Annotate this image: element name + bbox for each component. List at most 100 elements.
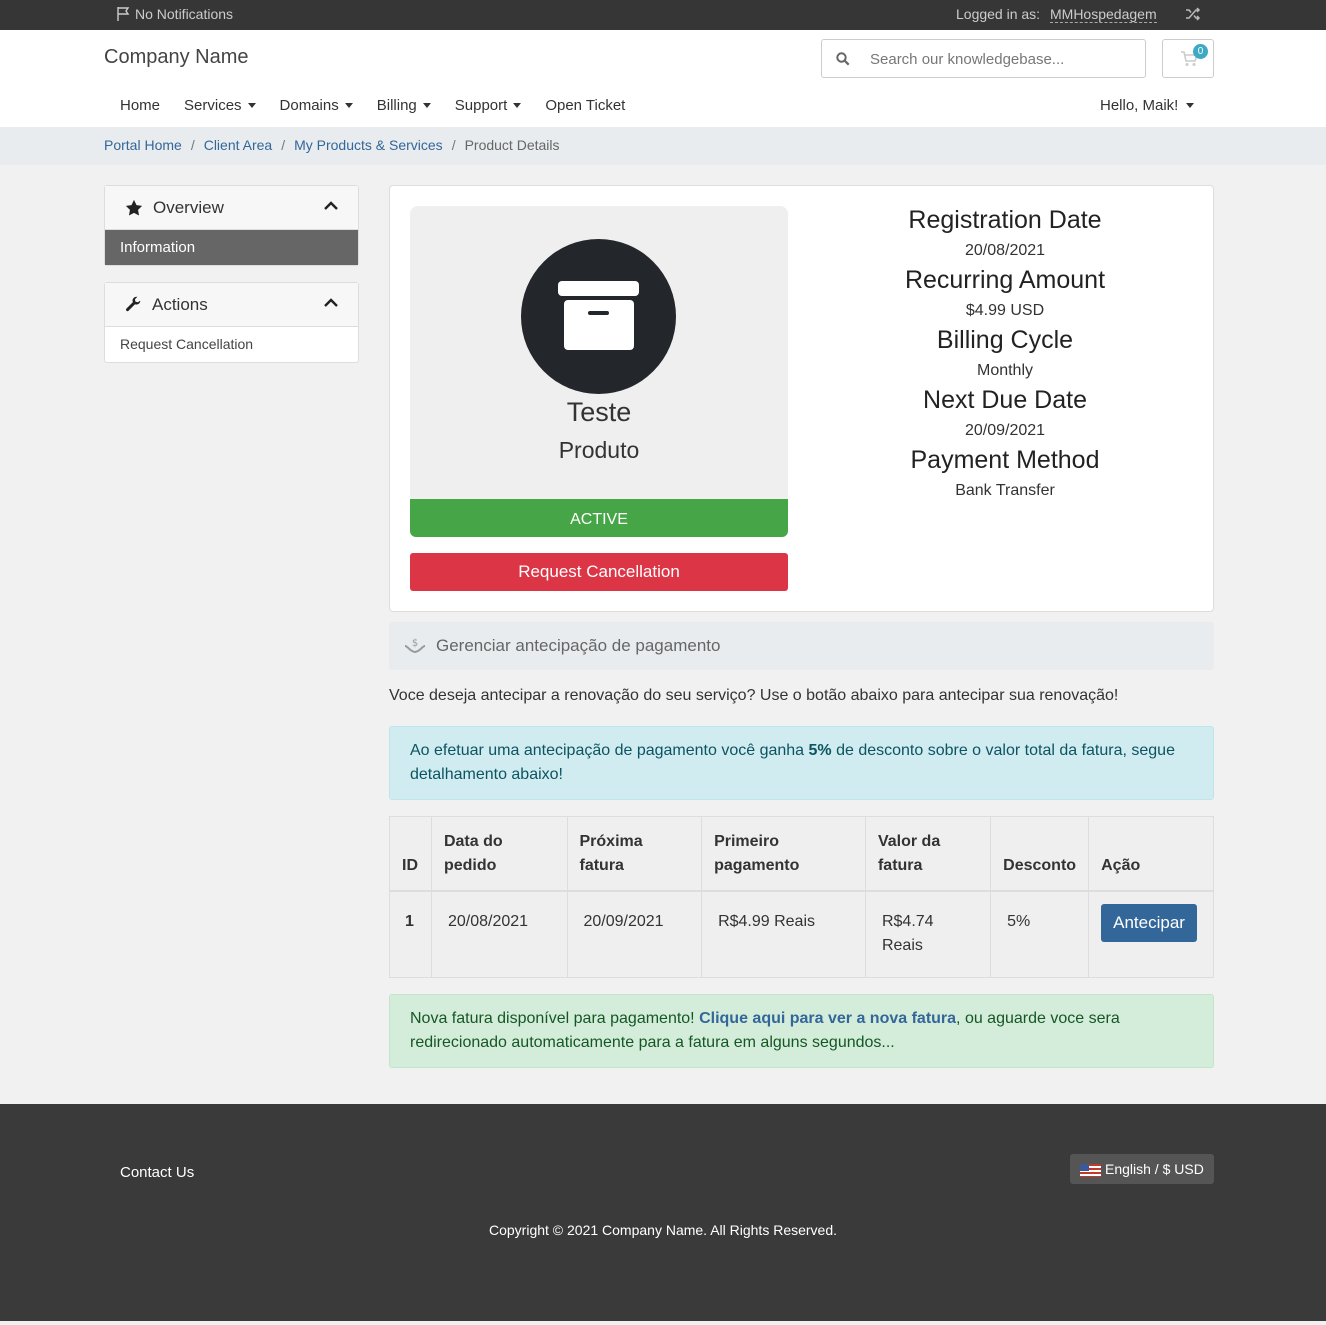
nav-support[interactable]: Support <box>455 97 522 114</box>
view-new-invoice-link[interactable]: Clique aqui para ver a nova fatura <box>699 1010 956 1027</box>
sidebar-item-request-cancellation[interactable]: Request Cancellation <box>105 327 358 362</box>
cart-count-badge: 0 <box>1193 44 1208 59</box>
contact-us-link[interactable]: Contact Us <box>120 1164 194 1181</box>
caret-down-icon <box>513 103 522 108</box>
username-link[interactable]: MMHospedagem <box>1050 6 1157 23</box>
top-bar: No Notifications Logged in as: MMHospeda… <box>0 0 1326 30</box>
breadcrumb-current: Product Details <box>464 137 560 153</box>
nav-services[interactable]: Services <box>184 97 256 114</box>
product-icon-circle <box>521 239 676 394</box>
account-menu[interactable]: Hello, Maik! <box>1100 97 1195 114</box>
logged-in-label: Logged in as: <box>956 6 1041 22</box>
actions-panel: Actions Request Cancellation <box>104 282 359 363</box>
payment-method-value: Bank Transfer <box>955 482 1055 499</box>
notifications-label: No Notifications <box>135 6 234 22</box>
copyright-text: Copyright © 2021 Company Name. All Right… <box>488 1222 838 1238</box>
discount-highlight: 5% <box>808 742 832 759</box>
breadcrumb-portal-home[interactable]: Portal Home <box>104 137 182 153</box>
status-badge: ACTIVE <box>410 499 788 537</box>
actions-panel-title: Actions <box>152 294 208 314</box>
actions-panel-header[interactable]: Actions <box>105 283 358 327</box>
caret-down-icon <box>1186 103 1195 108</box>
antecipar-button[interactable]: Antecipar <box>1101 903 1197 942</box>
breadcrumb-client-area[interactable]: Client Area <box>204 137 272 153</box>
next-due-date-label: Next Due Date <box>923 386 1087 414</box>
product-group: Produto <box>558 437 640 463</box>
overview-panel-header[interactable]: Overview <box>105 186 358 230</box>
brand-logo[interactable]: Company Name <box>104 46 249 69</box>
cell-discount: 5% <box>990 890 1090 978</box>
success-alert-text-before: Nova fatura disponível para pagamento! <box>410 1010 700 1027</box>
star-icon <box>125 199 143 215</box>
recurring-amount-label: Recurring Amount <box>904 266 1106 294</box>
notifications-link[interactable]: No Notifications <box>116 6 233 22</box>
recurring-amount-value: $4.99 USD <box>965 302 1045 319</box>
overview-panel: Overview Information <box>104 185 359 266</box>
billing-cycle-value: Monthly <box>976 362 1034 379</box>
product-box: Teste Produto <box>410 206 788 504</box>
nav-services-label: Services <box>184 97 242 114</box>
table-header-row: ID Data do pedido Próxima fatura Primeir… <box>389 816 1214 891</box>
hand-money-icon: $ <box>404 638 426 654</box>
flag-icon <box>117 7 130 21</box>
cell-order-date: 20/08/2021 <box>430 890 568 978</box>
column-header-invoice-value: Valor da fatura <box>864 816 992 891</box>
search-box[interactable] <box>821 39 1146 78</box>
payment-method-label: Payment Method <box>910 446 1100 474</box>
registration-date-value: 20/08/2021 <box>964 242 1046 259</box>
nav-billing-label: Billing <box>376 97 417 114</box>
cell-invoice-value: R$4.74 Reais <box>864 890 992 978</box>
wrench-icon <box>126 296 141 312</box>
language-currency-selector[interactable]: English / $ USD <box>1070 1154 1214 1184</box>
request-cancellation-button[interactable]: Request Cancellation <box>410 553 788 591</box>
discount-info-alert: Ao efetuar uma antecipação de pagamento … <box>389 726 1214 800</box>
product-details-card: Teste Produto ACTIVE Request Cancellatio… <box>389 185 1214 612</box>
nav-open-ticket[interactable]: Open Ticket <box>545 97 625 114</box>
search-icon <box>836 52 850 66</box>
registration-date-label: Registration Date <box>908 206 1102 234</box>
column-header-first-payment: Primeiro pagamento <box>701 816 866 891</box>
search-input[interactable] <box>870 48 1130 70</box>
breadcrumb-separator: / <box>451 137 456 153</box>
column-header-next-invoice: Próxima fatura <box>566 816 703 891</box>
cell-first-payment: R$4.99 Reais <box>701 890 866 978</box>
cell-next-invoice: 20/09/2021 <box>566 890 703 978</box>
breadcrumb: Portal Home / Client Area / My Products … <box>0 127 1326 165</box>
manage-prepayment-label: Gerenciar antecipação de pagamento <box>436 636 721 655</box>
caret-down-icon <box>422 103 431 108</box>
billing-cycle-label: Billing Cycle <box>936 326 1074 354</box>
next-due-date-value: 20/09/2021 <box>964 422 1046 439</box>
column-header-discount: Desconto <box>990 816 1090 891</box>
new-invoice-alert: Nova fatura disponível para pagamento! C… <box>389 994 1214 1068</box>
cart-button[interactable]: 0 <box>1162 39 1214 78</box>
nav-domains-label: Domains <box>279 97 339 114</box>
site-header: Company Name 0 Home Services Domains Bil… <box>0 30 1326 127</box>
breadcrumb-separator: / <box>190 137 195 153</box>
us-flag-icon <box>1080 1163 1101 1177</box>
prepayment-intro-text: Voce deseja antecipar a renovação do seu… <box>389 687 1119 704</box>
breadcrumb-separator: / <box>281 137 286 153</box>
nav-home[interactable]: Home <box>120 97 160 114</box>
language-currency-label: English / $ USD <box>1105 1161 1204 1177</box>
nav-open-ticket-label: Open Ticket <box>545 97 626 114</box>
nav-domains[interactable]: Domains <box>280 97 353 114</box>
chevron-up-icon[interactable] <box>324 298 338 308</box>
breadcrumb-products[interactable]: My Products & Services <box>294 137 443 153</box>
nav-billing[interactable]: Billing <box>377 97 431 114</box>
nav-support-label: Support <box>454 97 508 114</box>
shuffle-icon[interactable] <box>1185 6 1201 25</box>
site-footer: Contact Us English / $ USD Copyright © 2… <box>0 1104 1326 1321</box>
account-menu-label: Hello, Maik! <box>1100 97 1179 114</box>
manage-prepayment-bar[interactable]: $ Gerenciar antecipação de pagamento <box>389 622 1214 670</box>
overview-panel-title: Overview <box>153 197 224 217</box>
product-details-list: Registration Date 20/08/2021 Recurring A… <box>820 204 1190 504</box>
info-alert-text-before: Ao efetuar uma antecipação de pagamento … <box>410 742 809 759</box>
nav-home-label: Home <box>120 97 161 114</box>
archive-box-icon <box>558 281 639 350</box>
svg-text:$: $ <box>412 638 418 649</box>
cell-action: Antecipar <box>1088 890 1214 978</box>
sidebar-item-information[interactable]: Information <box>105 230 358 265</box>
chevron-up-icon[interactable] <box>324 201 338 211</box>
product-name: Teste <box>566 397 632 427</box>
caret-down-icon <box>344 103 353 108</box>
